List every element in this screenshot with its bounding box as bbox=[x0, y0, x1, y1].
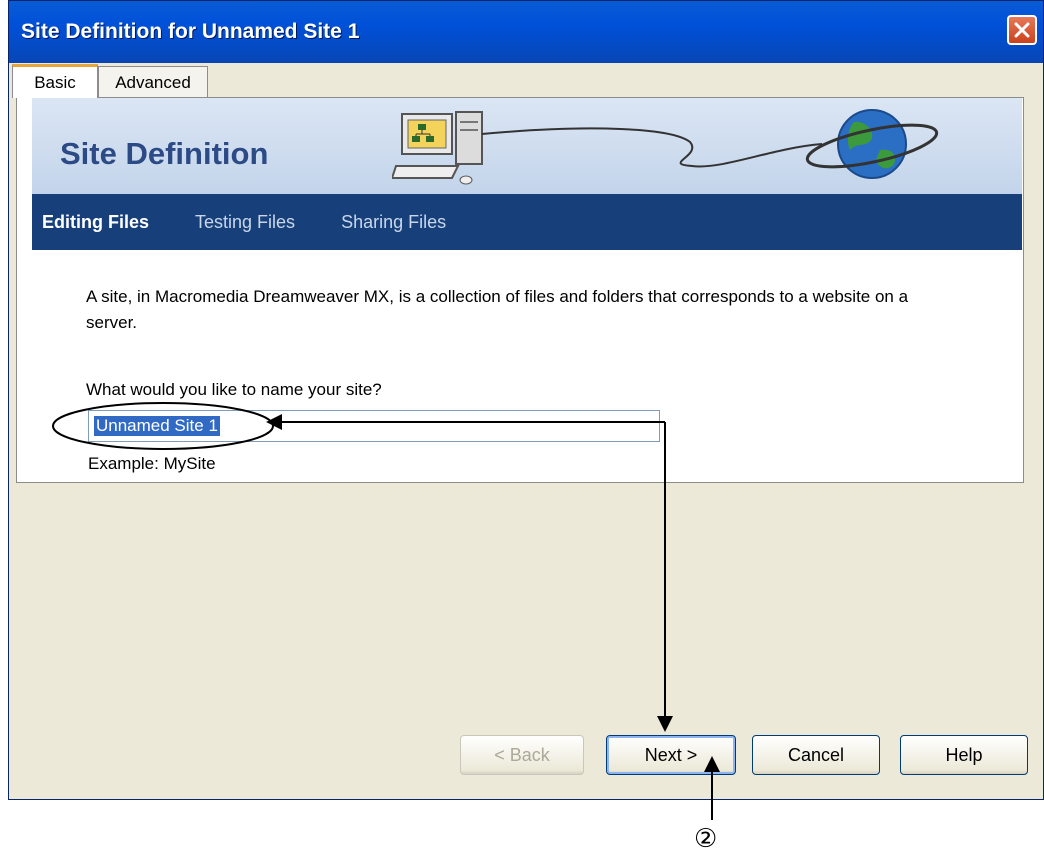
highlight-ellipse bbox=[52, 402, 274, 450]
tab-basic[interactable]: Basic bbox=[12, 64, 98, 98]
callout-number: ② bbox=[694, 824, 718, 854]
arrow-head-next bbox=[657, 716, 673, 732]
annotation-overlay bbox=[52, 402, 720, 820]
arrow-head-input bbox=[266, 414, 282, 430]
callout-arrow-head bbox=[704, 756, 720, 772]
